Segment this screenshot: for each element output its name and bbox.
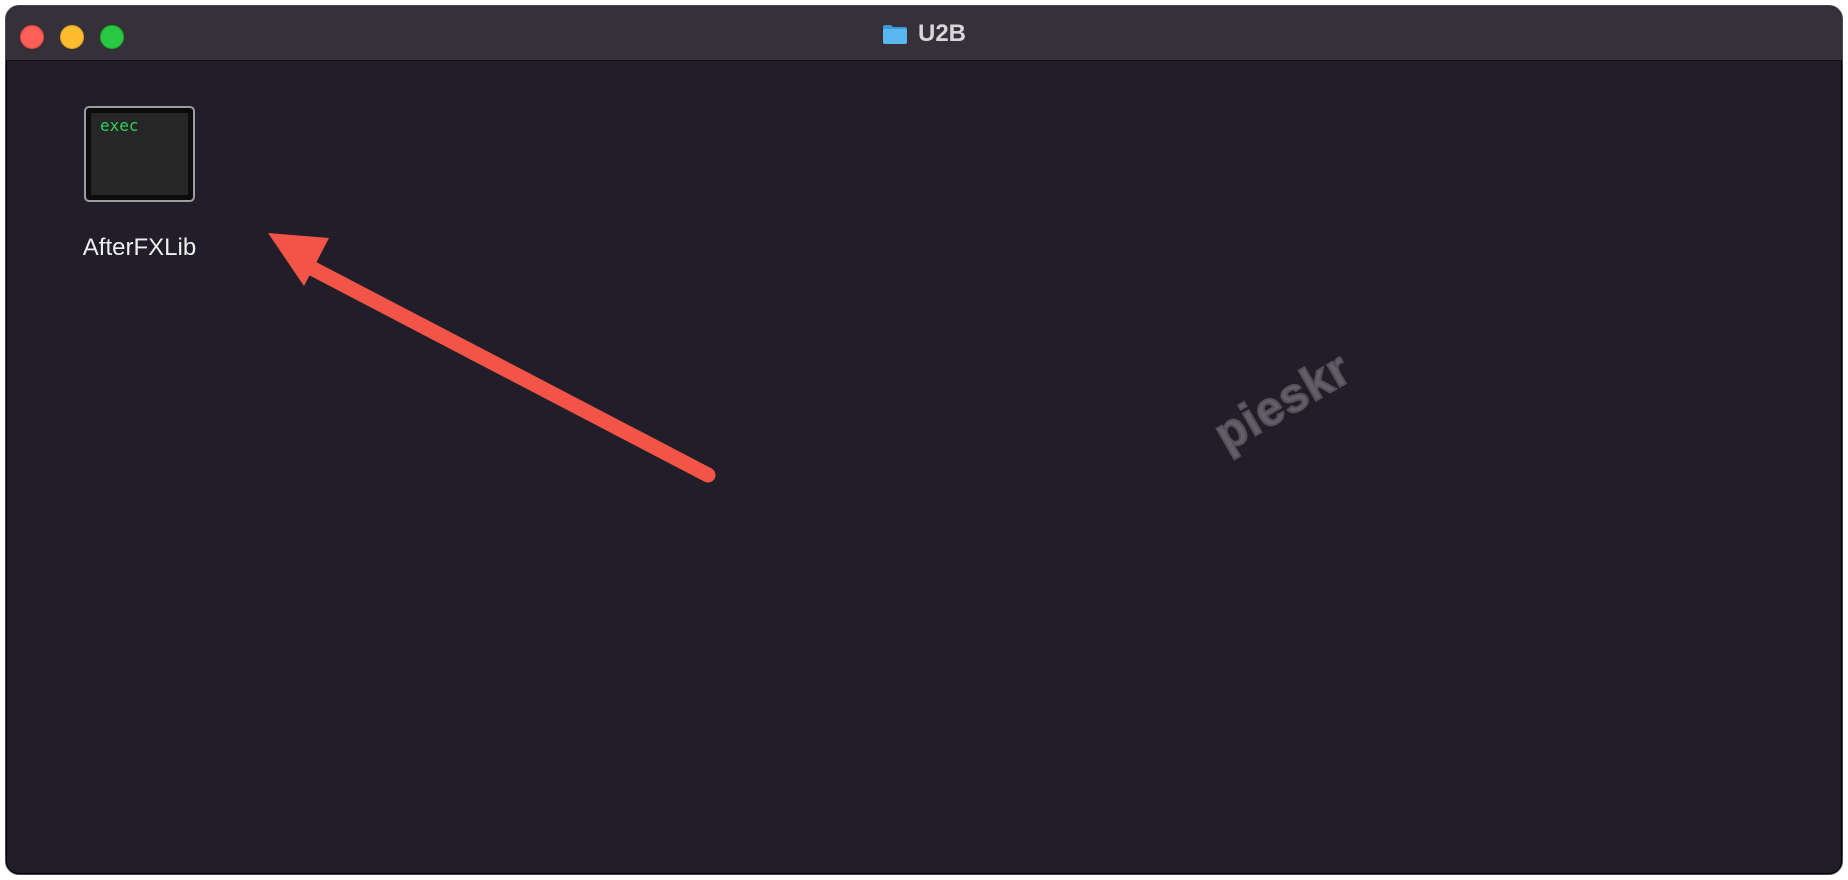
window-title: U2B [6, 6, 1842, 61]
exec-icon-label: exec [100, 116, 139, 135]
file-item-afterfxlib[interactable]: exec AfterFXLib [56, 106, 206, 276]
file-name-label[interactable]: AfterFXLib [56, 234, 223, 262]
window-title-text: U2B [917, 19, 966, 47]
terminal-screen: exec [91, 113, 188, 195]
folder-content[interactable]: exec AfterFXLib [6, 61, 1842, 874]
exec-icon[interactable]: exec [84, 106, 195, 202]
finder-window: U2B exec AfterFXLib [5, 5, 1843, 875]
folder-icon [882, 23, 908, 45]
title-bar[interactable]: U2B [6, 6, 1842, 61]
